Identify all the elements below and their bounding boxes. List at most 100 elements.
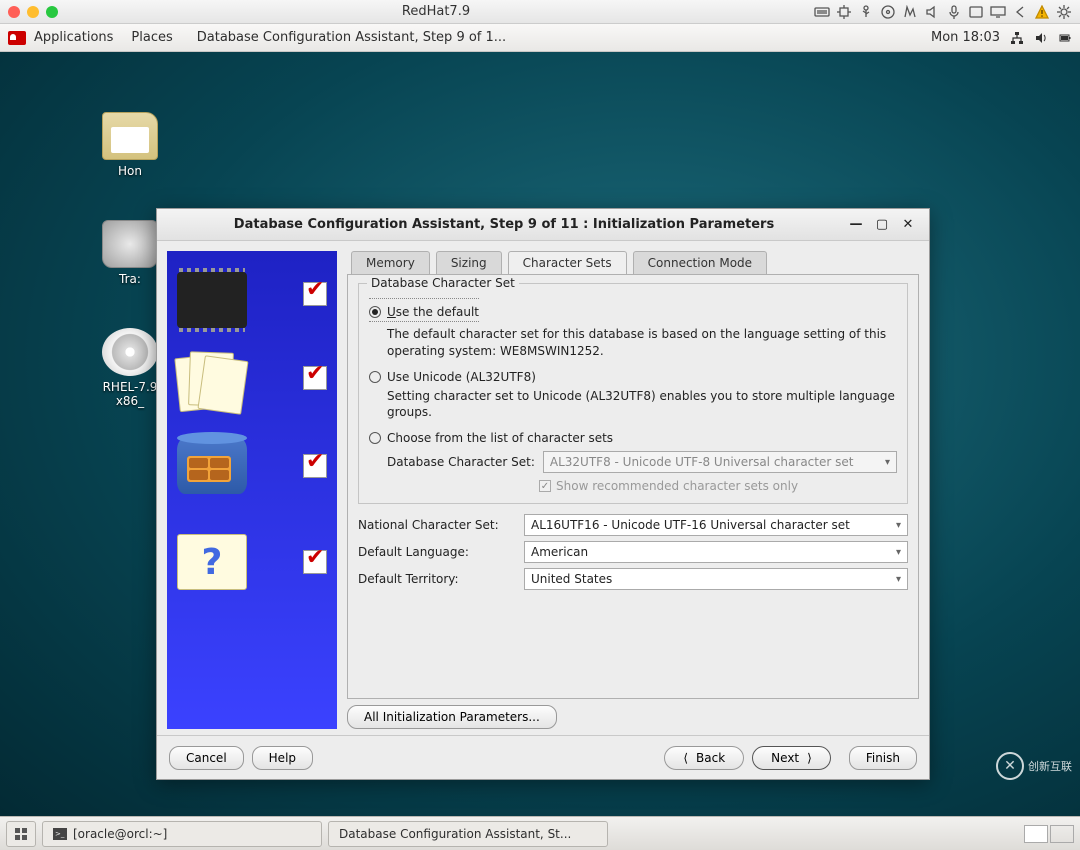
radio-icon xyxy=(369,306,381,318)
workspace-2[interactable] xyxy=(1050,825,1074,843)
watermark: ✕ 创新互联 xyxy=(996,752,1072,780)
radio-unicode-desc: Setting character set to Unicode (AL32UT… xyxy=(387,388,897,422)
network-card-icon[interactable] xyxy=(902,5,918,19)
checkmark-icon xyxy=(303,282,327,306)
disc-icon xyxy=(102,328,158,376)
radio-label-text: Use Unicode (AL32UTF8) xyxy=(387,370,536,384)
db-charset-value: AL32UTF8 - Unicode UTF-8 Universal chara… xyxy=(550,455,854,469)
default-language-label: Default Language: xyxy=(358,545,524,559)
dbca-dialog: Database Configuration Assistant, Step 9… xyxy=(156,208,930,780)
places-menu[interactable]: Places xyxy=(131,30,172,45)
minimize-button[interactable]: — xyxy=(843,215,869,235)
taskbar-dbca[interactable]: Database Configuration Assistant, St... xyxy=(328,821,608,847)
chevron-down-icon: ▾ xyxy=(896,547,901,558)
tab-bar: Memory Sizing Character Sets Connection … xyxy=(347,251,919,274)
help-button[interactable]: Help xyxy=(252,746,313,770)
tablet-icon[interactable] xyxy=(968,5,984,19)
tab-connection-mode[interactable]: Connection Mode xyxy=(633,251,767,274)
desktop-icon-label: Tra: xyxy=(119,272,141,286)
radio-icon xyxy=(369,371,381,383)
desktop-icon-label: Hon xyxy=(118,164,142,178)
taskbar-terminal[interactable]: >_ [oracle@orcl:~] xyxy=(42,821,322,847)
chevron-left-icon: ⟨ xyxy=(683,751,688,765)
database-charset-group: Database Character Set Use the default T… xyxy=(358,283,908,504)
maximize-button[interactable]: ▢ xyxy=(869,215,895,235)
volume-icon[interactable] xyxy=(1034,31,1048,45)
radio-label-text: se the default xyxy=(396,305,479,319)
desktop-icon-home[interactable]: Hon xyxy=(102,112,158,178)
show-recommended-checkbox: ✓ Show recommended character sets only xyxy=(539,479,897,493)
radio-default-desc: The default character set for this datab… xyxy=(387,326,897,360)
vm-title: RedHat7.9 xyxy=(58,4,814,19)
chevron-right-icon: ⟩ xyxy=(807,751,812,765)
clock-label[interactable]: Mon 18:03 xyxy=(931,30,1000,45)
wizard-sidebar-image: ? xyxy=(167,251,337,729)
applications-menu[interactable]: Applications xyxy=(34,30,113,45)
national-charset-value: AL16UTF16 - Unicode UTF-16 Universal cha… xyxy=(531,518,850,532)
db-charset-select: AL32UTF8 - Unicode UTF-8 Universal chara… xyxy=(543,451,897,473)
chevron-down-icon: ▾ xyxy=(896,574,901,585)
question-file-icon: ? xyxy=(177,534,247,590)
national-charset-select[interactable]: AL16UTF16 - Unicode UTF-16 Universal cha… xyxy=(524,514,908,536)
desktop-icon-rhel-disc[interactable]: RHEL-7.9 x86_ xyxy=(102,328,158,408)
chevron-down-icon: ▾ xyxy=(896,520,901,531)
dialog-titlebar[interactable]: Database Configuration Assistant, Step 9… xyxy=(157,209,929,241)
cancel-button[interactable]: Cancel xyxy=(169,746,244,770)
tab-memory[interactable]: Memory xyxy=(351,251,430,274)
usb-icon[interactable] xyxy=(858,5,874,19)
close-button[interactable]: ✕ xyxy=(895,215,921,235)
redhat-logo-icon xyxy=(8,31,26,45)
checkbox-icon: ✓ xyxy=(539,480,551,492)
finish-button[interactable]: Finish xyxy=(849,746,917,770)
back-button[interactable]: ⟨Back xyxy=(664,746,744,770)
next-button[interactable]: Next⟩ xyxy=(752,746,831,770)
disc-icon[interactable] xyxy=(880,5,896,19)
national-charset-label: National Character Set: xyxy=(358,518,524,532)
vm-minimize-button[interactable] xyxy=(27,6,39,18)
documents-icon xyxy=(177,350,247,406)
cpu-icon[interactable] xyxy=(836,5,852,19)
vm-tray xyxy=(814,5,1072,19)
radio-choose-list[interactable]: Choose from the list of character sets xyxy=(369,431,897,445)
all-init-params-button[interactable]: All Initialization Parameters... xyxy=(347,705,557,729)
desktop-icon-label: RHEL-7.9 xyxy=(103,380,158,394)
display-icon[interactable] xyxy=(990,5,1006,19)
dialog-footer: Cancel Help ⟨Back Next⟩ Finish xyxy=(157,735,929,779)
checkmark-icon xyxy=(303,366,327,390)
taskbar-terminal-label: [oracle@orcl:~] xyxy=(73,827,167,841)
tab-sizing[interactable]: Sizing xyxy=(436,251,502,274)
vm-titlebar: RedHat7.9 xyxy=(0,0,1080,24)
tab-character-sets[interactable]: Character Sets xyxy=(508,251,627,274)
watermark-logo-icon: ✕ xyxy=(996,752,1024,780)
default-language-select[interactable]: American ▾ xyxy=(524,541,908,563)
bottom-taskbar: >_ [oracle@orcl:~] Database Configuratio… xyxy=(0,816,1080,850)
network-wired-icon[interactable] xyxy=(1010,31,1024,45)
microphone-icon[interactable] xyxy=(946,5,962,19)
active-window-label[interactable]: Database Configuration Assistant, Step 9… xyxy=(197,30,506,45)
workspace-1[interactable] xyxy=(1024,825,1048,843)
show-desktop-button[interactable] xyxy=(6,821,36,847)
trash-icon xyxy=(102,220,158,268)
keyboard-icon[interactable] xyxy=(814,5,830,19)
battery-icon[interactable] xyxy=(1058,31,1072,45)
warning-icon[interactable] xyxy=(1034,5,1050,19)
desktop-icon-label-sub: x86_ xyxy=(116,394,144,408)
vm-maximize-button[interactable] xyxy=(46,6,58,18)
db-charset-label: Database Character Set: xyxy=(387,455,535,469)
workspace-pager[interactable] xyxy=(1024,825,1074,843)
svg-text:>_: >_ xyxy=(55,830,65,838)
radio-use-default[interactable]: Use the default xyxy=(369,305,897,319)
desktop-icon-trash[interactable]: Tra: xyxy=(102,220,158,286)
folder-icon xyxy=(102,112,158,160)
terminal-icon: >_ xyxy=(53,828,67,840)
checkmark-icon xyxy=(303,550,327,574)
gnome-top-bar: Applications Places Database Configurati… xyxy=(0,24,1080,52)
vm-close-button[interactable] xyxy=(8,6,20,18)
sound-icon[interactable] xyxy=(924,5,940,19)
settings-gear-icon[interactable] xyxy=(1056,5,1072,19)
back-icon[interactable] xyxy=(1012,5,1028,19)
desktop: Hon Tra: RHEL-7.9 x86_ Database Configur… xyxy=(0,52,1080,816)
default-territory-select[interactable]: United States ▾ xyxy=(524,568,908,590)
radio-use-unicode[interactable]: Use Unicode (AL32UTF8) xyxy=(369,370,897,384)
dialog-title: Database Configuration Assistant, Step 9… xyxy=(165,217,843,232)
